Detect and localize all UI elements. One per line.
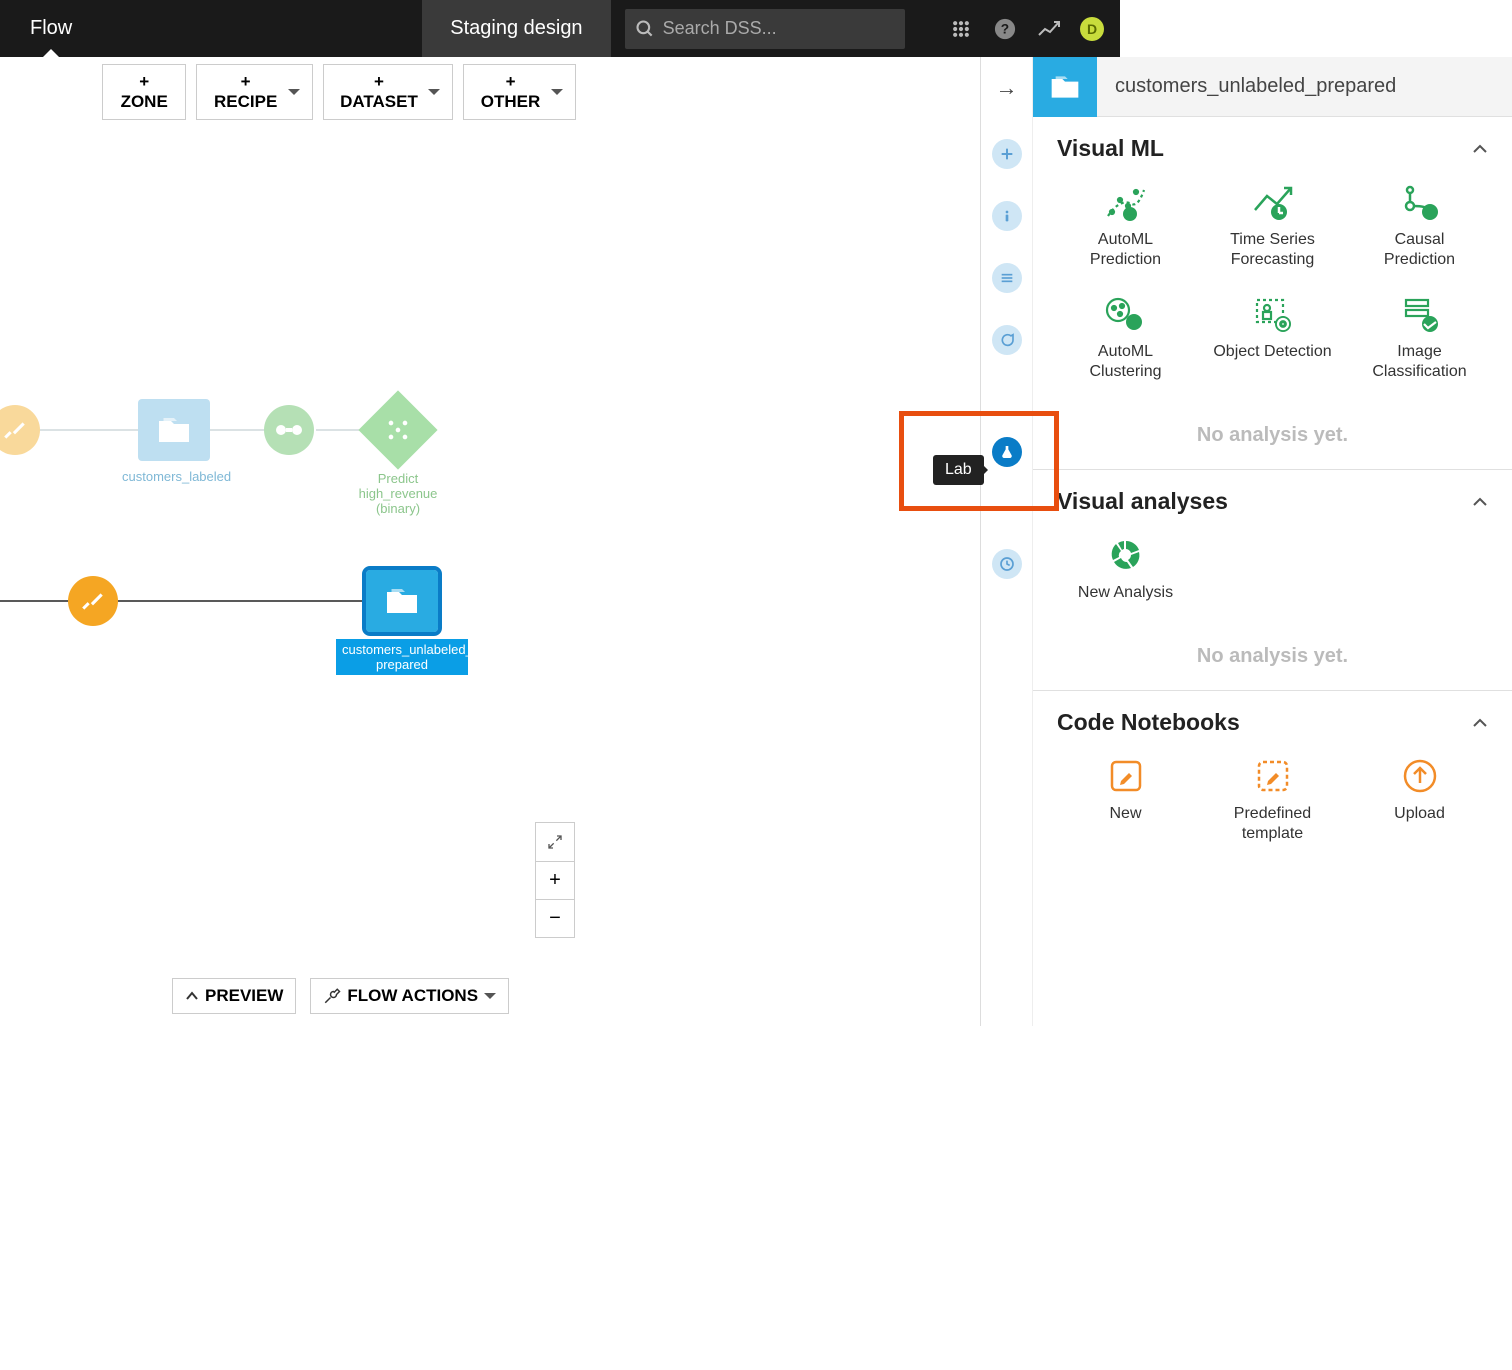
zoom-out-button[interactable]: − [536, 899, 574, 937]
apps-grid-icon[interactable] [948, 16, 974, 42]
staging-label[interactable]: Staging design [422, 0, 610, 57]
object-detection-icon [1249, 292, 1297, 336]
chevron-up-icon[interactable] [1472, 144, 1488, 154]
tile-label: Time Series Forecasting [1210, 230, 1335, 270]
tile-label: Predefined template [1210, 804, 1335, 844]
tile-automl-clustering[interactable]: AutoML Clustering [1057, 286, 1194, 388]
section-visual-ml: Visual ML AutoML Prediction Time Series … [1033, 117, 1512, 470]
tile-notebook-template[interactable]: Predefined template [1204, 748, 1341, 850]
node-label: Predict high_revenue(binary) [338, 471, 458, 516]
node-label: customers_labeled [122, 469, 226, 484]
rail-chat-button[interactable] [992, 325, 1022, 355]
dataset-node-customers-unlabeled-prepared[interactable] [366, 570, 438, 632]
dataset-name: customers_unlabeled_prepared [1097, 75, 1396, 98]
trend-icon[interactable] [1036, 16, 1062, 42]
empty-state: No analysis yet. [1057, 424, 1488, 447]
section-title: Code Notebooks [1057, 709, 1240, 736]
section-code-notebooks: Code Notebooks New Predefined template [1033, 691, 1512, 872]
caret-down-icon [428, 89, 440, 101]
section-visual-analyses: Visual analyses New Analysis No analysis… [1033, 470, 1512, 691]
caret-down-icon [484, 993, 496, 1005]
help-icon[interactable]: ? [992, 16, 1018, 42]
recipe-node-prepare-active[interactable] [68, 576, 118, 626]
chevron-up-icon[interactable] [1472, 718, 1488, 728]
tile-label: AutoML Clustering [1063, 342, 1188, 382]
tile-new-analysis[interactable]: New Analysis [1057, 527, 1194, 609]
add-other-button[interactable]: + OTHER [463, 64, 576, 120]
preview-button[interactable]: PREVIEW [172, 978, 296, 1014]
tile-label: AutoML Prediction [1063, 230, 1188, 270]
notebook-new-icon [1107, 754, 1145, 798]
tile-label: Object Detection [1213, 342, 1331, 362]
causal-icon [1396, 180, 1444, 224]
tile-timeseries[interactable]: Time Series Forecasting [1204, 174, 1341, 276]
upload-icon [1401, 754, 1439, 798]
tile-object-detection[interactable]: Object Detection [1204, 286, 1341, 388]
rail-add-button[interactable] [992, 139, 1022, 169]
tile-label: Upload [1394, 804, 1445, 824]
flow-canvas[interactable]: + ZONE + RECIPE + DATASET + OTHER custom… [0, 57, 588, 1026]
chevron-up-icon [185, 991, 199, 1001]
caret-down-icon [551, 89, 563, 101]
dataset-node-customers-labeled[interactable] [138, 399, 210, 461]
rail-info-button[interactable] [992, 201, 1022, 231]
chevron-up-icon[interactable] [1472, 497, 1488, 507]
tile-automl-prediction[interactable]: AutoML Prediction [1057, 174, 1194, 276]
wrench-icon [323, 987, 341, 1005]
node-label-selected: customers_unlabeled_prepared [336, 639, 468, 675]
flow-actions-button[interactable]: FLOW ACTIONS [310, 978, 509, 1014]
zoom-in-button[interactable]: + [536, 861, 574, 899]
add-zone-button[interactable]: + ZONE [102, 64, 186, 120]
search-icon [635, 19, 655, 39]
section-title: Visual analyses [1057, 488, 1228, 515]
tile-label: New Analysis [1078, 583, 1173, 603]
notebook-template-icon [1254, 754, 1292, 798]
rail-lab-button[interactable] [992, 437, 1022, 467]
rail-list-button[interactable] [992, 263, 1022, 293]
dataset-icon [1033, 57, 1097, 117]
global-search[interactable] [625, 9, 905, 49]
caret-down-icon [288, 89, 300, 101]
add-recipe-button[interactable]: + RECIPE [196, 64, 313, 120]
timeseries-icon [1249, 180, 1297, 224]
user-avatar[interactable]: D [1080, 17, 1104, 41]
lab-tooltip: Lab [933, 455, 984, 485]
tile-image-classification[interactable]: Image Classification [1351, 286, 1488, 388]
automl-prediction-icon [1102, 180, 1150, 224]
top-bar: Flow Staging design ? D [0, 0, 1120, 57]
zoom-controls: + − [535, 822, 575, 938]
tile-notebook-upload[interactable]: Upload [1351, 748, 1488, 850]
add-dataset-button[interactable]: + DATASET [323, 64, 453, 120]
details-panel: → Lab customers_unlabeled_prepared [980, 57, 1512, 1026]
tile-label: Image Classification [1357, 342, 1482, 382]
panel-rail: → Lab [981, 57, 1033, 1026]
panel-header: customers_unlabeled_prepared [1033, 57, 1512, 117]
image-classification-icon [1396, 292, 1444, 336]
tile-label: New [1109, 804, 1141, 824]
search-input[interactable] [663, 18, 895, 39]
tile-notebook-new[interactable]: New [1057, 748, 1194, 850]
new-analysis-icon [1106, 533, 1146, 577]
section-title: Visual ML [1057, 135, 1164, 162]
tab-flow[interactable]: Flow [0, 0, 102, 57]
recipe-node-train[interactable] [264, 405, 314, 455]
clustering-icon [1102, 292, 1150, 336]
collapse-panel-button[interactable]: → [996, 75, 1018, 101]
fullscreen-button[interactable] [536, 823, 574, 861]
rail-history-button[interactable] [992, 549, 1022, 579]
tile-label: Causal Prediction [1357, 230, 1482, 270]
svg-text:?: ? [1001, 21, 1009, 36]
empty-state: No analysis yet. [1057, 645, 1488, 668]
tile-causal[interactable]: Causal Prediction [1351, 174, 1488, 276]
